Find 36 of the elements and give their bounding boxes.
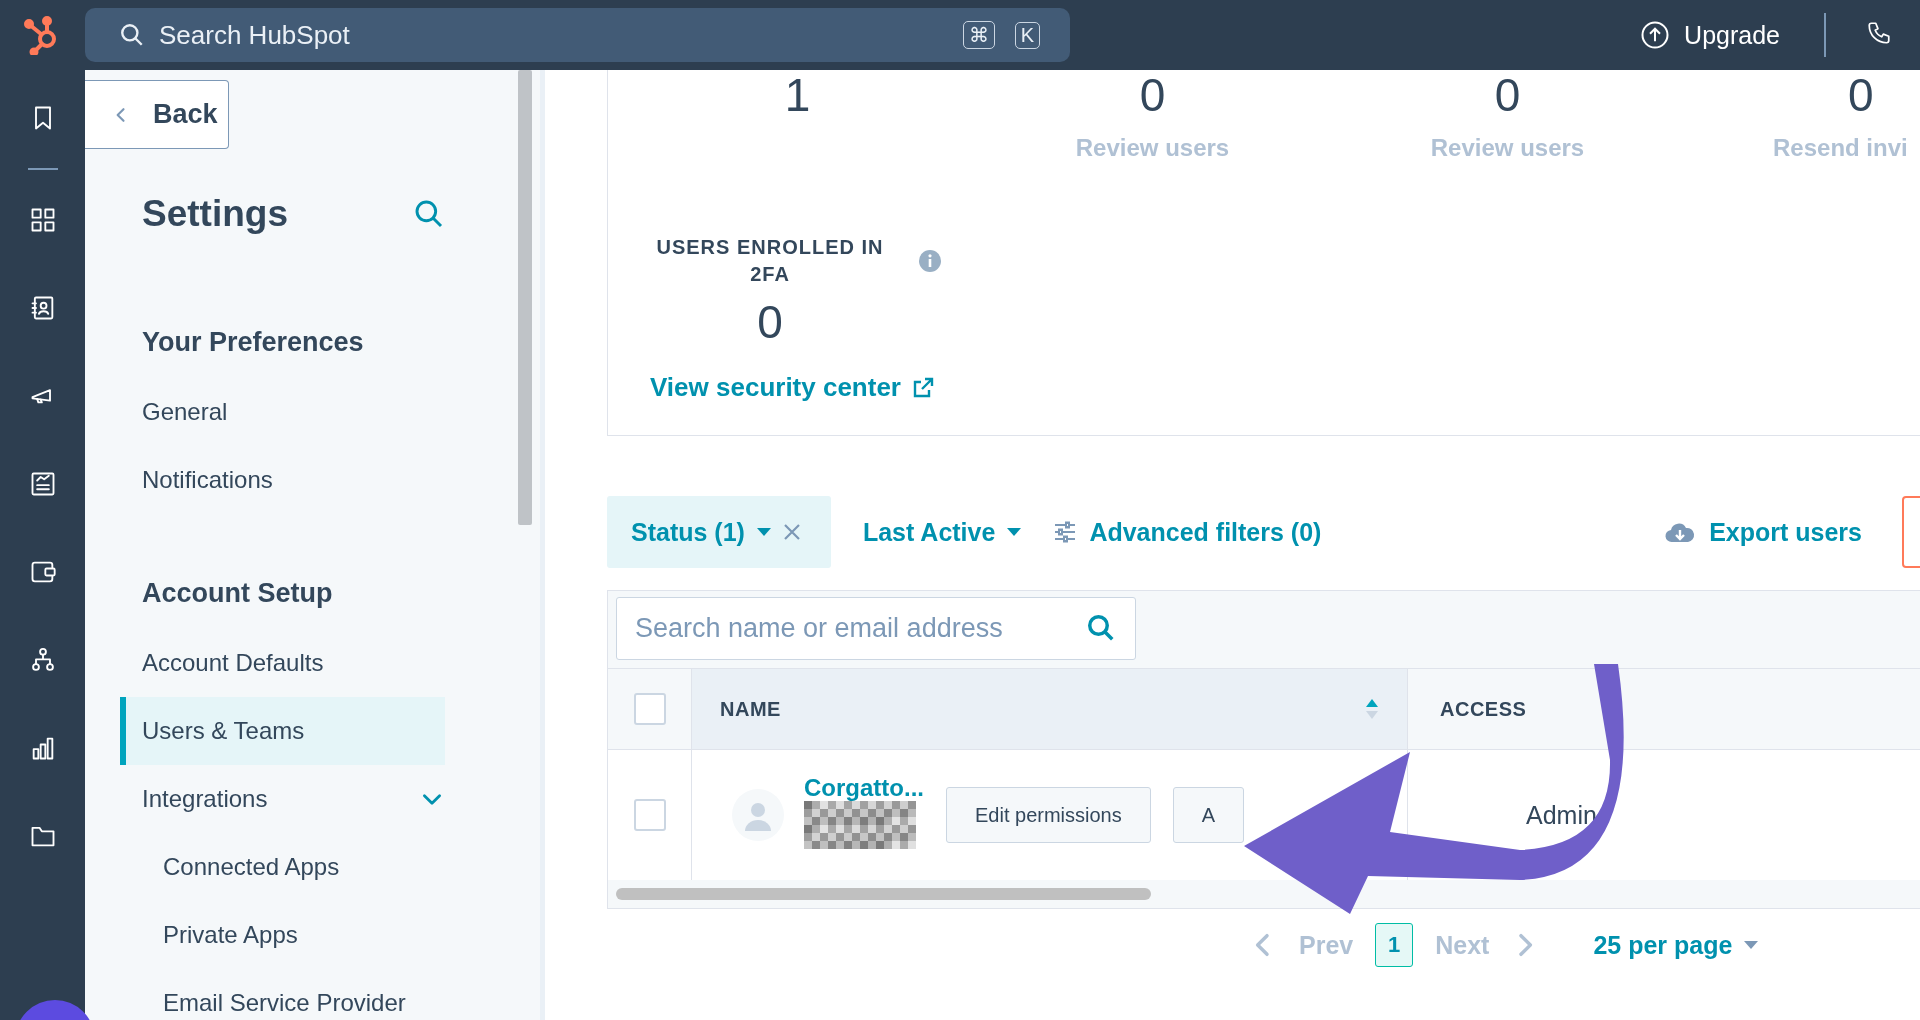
sidebar-item[interactable]: Email Service Provider — [85, 969, 445, 1020]
sidebar-item[interactable]: Connected Apps — [85, 833, 445, 901]
settings-title: Settings — [142, 193, 288, 235]
filter-dropdown[interactable]: Last Active — [862, 517, 1022, 547]
row-action-button[interactable]: A — [1172, 787, 1245, 843]
security-center-link[interactable]: View security center — [650, 372, 935, 403]
sidebar-item[interactable]: Account Defaults — [85, 629, 445, 697]
stat-label: USERS ENROLLED IN 2FA — [655, 235, 885, 287]
advanced-filters-button[interactable]: Advanced filters (0) — [1053, 517, 1322, 547]
sidebar-item[interactable]: Users & Teams — [120, 697, 445, 765]
user-name-link[interactable]: Corgatto... — [804, 775, 924, 801]
row-action-button[interactable]: Edit permissions — [946, 787, 1151, 843]
shortcut-key: ⌘ — [962, 21, 995, 49]
column-header[interactable]: NAME — [691, 668, 1408, 749]
search-field[interactable]: Search HubSpot ⌘ K — [85, 8, 1070, 62]
upgrade-button[interactable]: Upgrade — [1640, 20, 1780, 50]
stat-label: Resend invi — [1773, 134, 1908, 162]
sidebar-item[interactable]: General — [85, 378, 445, 446]
per-page-dropdown[interactable]: 25 per page — [1593, 930, 1759, 960]
stat-value: 1 — [784, 70, 811, 120]
export-users-button[interactable]: Export users — [1665, 517, 1862, 547]
stat-label: Review users — [1430, 134, 1585, 162]
stat-value: 0 — [1494, 70, 1521, 120]
search-field[interactable]: Search name or email address — [616, 597, 1136, 660]
stat-value: 0 — [1139, 70, 1166, 120]
stat-label: Review users — [1075, 134, 1230, 162]
search-placeholder: Search HubSpot — [159, 19, 351, 51]
stat-value: 0 — [756, 295, 784, 350]
section-heading: Account Setup — [142, 578, 334, 609]
stat-value: 0 — [1848, 70, 1874, 120]
section-heading: Your Preferences — [142, 327, 365, 358]
sidebar-item[interactable]: Integrations — [85, 765, 445, 833]
sidebar-item[interactable]: Private Apps — [85, 901, 445, 969]
back-button[interactable]: Back — [85, 80, 229, 149]
shortcut-key: K — [1014, 21, 1040, 49]
sidebar-item[interactable]: Notifications — [85, 446, 445, 514]
